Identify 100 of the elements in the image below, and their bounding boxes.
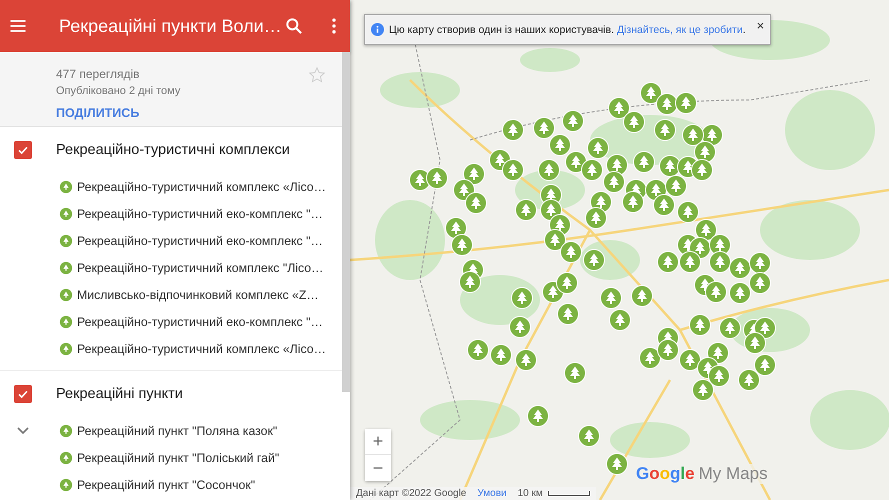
tree-marker[interactable]	[603, 171, 625, 193]
scale-bar	[548, 491, 590, 496]
tree-marker[interactable]	[705, 281, 727, 303]
layer-title: Рекреаційно-туристичні комплекси	[56, 142, 290, 158]
tree-marker[interactable]	[633, 151, 655, 173]
tree-marker[interactable]	[749, 252, 771, 274]
place-marker-icon	[59, 234, 73, 248]
place-marker-icon	[59, 478, 73, 492]
tree-marker[interactable]	[557, 303, 579, 325]
scale-label: 10 км	[518, 488, 543, 499]
tree-marker[interactable]	[465, 192, 487, 214]
tree-marker[interactable]	[560, 241, 582, 263]
place-item[interactable]: Рекреаційний пункт "Сосончок"	[59, 478, 256, 492]
place-marker-icon	[59, 288, 73, 302]
tree-marker[interactable]	[749, 272, 771, 294]
tree-marker[interactable]	[459, 271, 481, 293]
tree-marker[interactable]	[509, 316, 531, 338]
tree-marker[interactable]	[665, 175, 687, 197]
place-item[interactable]: Рекреаційно-туристичний еко-комплекс "…	[59, 314, 323, 328]
place-item[interactable]: Рекреаційно-туристичний еко-комплекс "…	[59, 234, 323, 248]
search-icon[interactable]	[284, 16, 304, 36]
place-item[interactable]: Рекреаційний пункт "Поляна казок"	[59, 424, 278, 438]
tree-marker[interactable]	[578, 425, 600, 447]
zoom-in-button[interactable]: +	[365, 429, 391, 455]
notice-text: Цю карту створив один із наших користувачів. Дізнайтесь, як це зробити.	[389, 24, 746, 36]
place-marker-icon	[59, 180, 73, 194]
tree-marker[interactable]	[691, 159, 713, 181]
star-icon[interactable]	[308, 66, 326, 84]
place-marker-icon	[59, 314, 73, 328]
place-marker-icon	[59, 424, 73, 438]
place-marker-icon	[59, 206, 73, 220]
tree-marker[interactable]	[426, 167, 448, 189]
google-my-maps-logo: Google My Maps	[634, 464, 770, 484]
tree-marker[interactable]	[515, 199, 537, 221]
tree-marker[interactable]	[585, 207, 607, 229]
tree-marker[interactable]	[729, 257, 751, 279]
tree-marker[interactable]	[451, 234, 473, 256]
learn-link[interactable]: Дізнайтесь, як це зробити	[616, 24, 743, 36]
terms-link[interactable]: Умови	[477, 488, 507, 499]
share-link[interactable]: ПОДІЛИТИСЬ	[56, 106, 180, 120]
tree-marker[interactable]	[729, 282, 751, 304]
place-item[interactable]: Рекреаційно-туристичний комплекс "Лісо…	[59, 260, 324, 274]
tree-marker[interactable]	[502, 159, 524, 181]
tree-marker[interactable]	[622, 191, 644, 213]
tree-marker[interactable]	[502, 119, 524, 141]
tree-marker[interactable]	[511, 287, 533, 309]
tree-marker[interactable]	[679, 251, 701, 273]
layer-title: Рекреаційні пункти	[56, 386, 183, 402]
tree-marker[interactable]	[709, 251, 731, 273]
place-marker-icon	[59, 450, 73, 464]
place-item[interactable]: Рекреаційно-туристичний еко-комплекс "…	[59, 206, 323, 220]
zoom-out-button[interactable]: −	[365, 455, 391, 481]
close-button[interactable]: ×	[750, 19, 764, 40]
tree-marker[interactable]	[623, 111, 645, 133]
tree-marker[interactable]	[600, 287, 622, 309]
tree-marker[interactable]	[744, 332, 766, 354]
tree-marker[interactable]	[583, 249, 605, 271]
tree-marker[interactable]	[587, 137, 609, 159]
tree-marker[interactable]	[533, 117, 555, 139]
place-item[interactable]: Мисливсько-відпочинковий комплекс «Z…	[59, 288, 319, 302]
map-title: Рекреаційні пункти Воли…	[59, 16, 282, 36]
map-data-credit: Дані карт ©2022 Google	[356, 488, 466, 499]
tree-marker[interactable]	[682, 124, 704, 146]
tree-marker[interactable]	[490, 344, 512, 366]
tree-marker[interactable]	[708, 365, 730, 387]
place-marker-icon	[59, 260, 73, 274]
tree-marker[interactable]	[549, 134, 571, 156]
tree-marker[interactable]	[675, 92, 697, 114]
tree-marker[interactable]	[608, 97, 630, 119]
tree-marker[interactable]	[467, 339, 489, 361]
tree-marker[interactable]	[562, 110, 584, 132]
tree-marker[interactable]	[556, 272, 578, 294]
tree-marker[interactable]	[564, 362, 586, 384]
tree-marker[interactable]	[692, 379, 714, 401]
tree-marker[interactable]	[609, 309, 631, 331]
tree-marker[interactable]	[754, 354, 776, 376]
tree-marker[interactable]	[738, 369, 760, 391]
view-count: 477 переглядів	[56, 67, 141, 81]
place-item[interactable]: Рекреаційно-туристичний комплекс «Лісо…	[59, 180, 326, 194]
tree-marker[interactable]	[656, 93, 678, 115]
layer-checkbox[interactable]	[14, 141, 32, 159]
tree-marker[interactable]	[515, 349, 537, 371]
chevron-icon[interactable]	[16, 426, 28, 434]
tree-marker[interactable]	[581, 159, 603, 181]
tree-marker[interactable]	[527, 405, 549, 427]
tree-marker[interactable]	[654, 119, 676, 141]
tree-marker[interactable]	[719, 317, 741, 339]
scrollbar[interactable]	[342, 52, 350, 392]
info-icon	[371, 23, 384, 36]
place-item[interactable]: Рекреаційно-туристичний комплекс «Лісо…	[59, 342, 326, 356]
layer-checkbox[interactable]	[14, 385, 32, 403]
place-item[interactable]: Рекреаційний пункт "Поліський гай"	[59, 450, 280, 464]
tree-marker[interactable]	[606, 453, 628, 475]
tree-marker[interactable]	[631, 285, 653, 307]
tree-marker[interactable]	[657, 339, 679, 361]
tree-marker[interactable]	[677, 201, 699, 223]
tree-marker[interactable]	[653, 194, 675, 216]
tree-marker[interactable]	[538, 159, 560, 181]
tree-marker[interactable]	[689, 314, 711, 336]
tree-marker[interactable]	[657, 251, 679, 273]
